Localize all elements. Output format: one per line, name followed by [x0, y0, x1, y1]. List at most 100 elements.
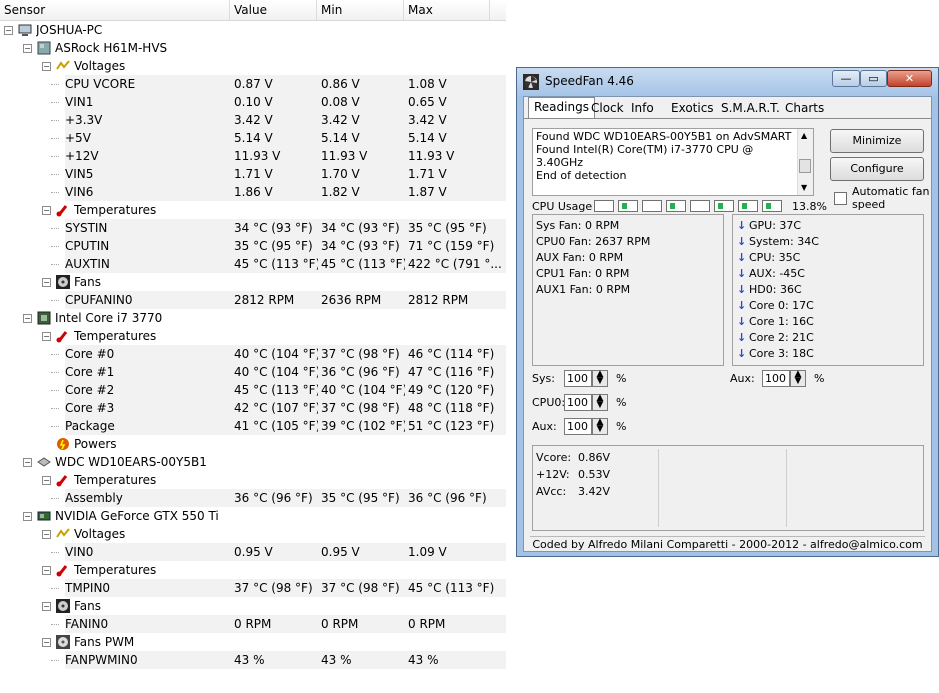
sensor-group-row[interactable]: − Temperatures [0, 471, 506, 489]
sensor-row[interactable]: Package 41 °C (105 °F) 39 °C (102 °F) 51 °C… [0, 417, 506, 435]
sensor-row[interactable]: FANPWMIN0 43 % 43 % 43 % [0, 651, 506, 669]
sensor-row[interactable]: Core #2 45 °C (113 °F) 40 °C (104 °F) 49 °C… [0, 381, 506, 399]
auto-fan-checkbox[interactable] [834, 192, 847, 205]
device-row[interactable]: − Intel Core i7 3770 [0, 309, 506, 327]
sensor-tree-label: Temperatures [74, 473, 157, 487]
column-max[interactable]: Max [404, 0, 490, 20]
collapse-toggle-icon[interactable]: − [23, 512, 32, 521]
collapse-toggle-icon[interactable]: − [42, 638, 51, 647]
collapse-toggle-icon[interactable]: − [23, 314, 32, 323]
sensor-group-row[interactable]: Powers [0, 435, 506, 453]
tab-info[interactable]: Info [626, 99, 659, 117]
sensor-label: Package [65, 417, 230, 435]
collapse-toggle-icon[interactable]: − [4, 26, 13, 35]
sensor-row[interactable]: VIN1 0.10 V 0.08 V 0.65 V [0, 93, 506, 111]
collapse-toggle-icon[interactable]: − [42, 332, 51, 341]
sensor-group-row[interactable]: − Temperatures [0, 327, 506, 345]
device-row[interactable]: − ASRock H61M-HVS [0, 39, 506, 57]
minimize-button[interactable]: Minimize [830, 129, 924, 153]
speed-input[interactable]: 100 [564, 418, 592, 435]
sensor-group-row[interactable]: − Voltages [0, 525, 506, 543]
sensor-row[interactable]: CPU VCORE 0.87 V 0.86 V 1.08 V [0, 75, 506, 93]
fan-reading: CPU0 Fan: 2637 RPM [536, 234, 650, 250]
sensor-row[interactable]: Core #3 42 °C (107 °F) 37 °C (98 °F) 48 °C … [0, 399, 506, 417]
sensor-row[interactable]: VIN5 1.71 V 1.70 V 1.71 V [0, 165, 506, 183]
title-bar[interactable]: SpeedFan 4.46 — ▭ ✕ [517, 68, 938, 96]
minimize-window-button[interactable]: — [832, 70, 860, 87]
sensor-max: 35 °C (95 °F) [408, 221, 487, 235]
sensor-row[interactable]: CPUTIN 35 °C (95 °F) 34 °C (93 °F) 71 °C (1… [0, 237, 506, 255]
collapse-toggle-icon[interactable]: − [42, 530, 51, 539]
sensor-row[interactable]: Core #0 40 °C (104 °F) 37 °C (98 °F) 46 °C … [0, 345, 506, 363]
speed-input[interactable]: 100 [762, 370, 790, 387]
speed-stepper-icon[interactable]: ▲ ▼ [790, 370, 806, 387]
sensor-row[interactable]: +3.3V 3.42 V 3.42 V 3.42 V [0, 111, 506, 129]
collapse-toggle-icon[interactable]: − [23, 458, 32, 467]
collapse-toggle-icon[interactable]: − [42, 278, 51, 287]
scroll-thumb[interactable] [799, 159, 811, 173]
voltage-reading: +12V: 0.53V [536, 466, 610, 483]
sensor-row[interactable]: FANIN0 0 RPM 0 RPM 0 RPM [0, 615, 506, 633]
sensor-group-row[interactable]: − Temperatures [0, 561, 506, 579]
log-scrollbar[interactable]: ▲ ▼ [797, 129, 813, 195]
sensor-row[interactable]: TMPIN0 37 °C (98 °F) 37 °C (98 °F) 45 °C (1… [0, 579, 506, 597]
sensor-row[interactable]: VIN0 0.95 V 0.95 V 1.09 V [0, 543, 506, 561]
sensor-min: 43 % [321, 653, 352, 667]
sensor-group-row[interactable]: − Fans [0, 597, 506, 615]
sensor-row[interactable]: CPUFANIN0 2812 RPM 2636 RPM 2812 RPM [0, 291, 506, 309]
sensor-group-row[interactable]: − Voltages [0, 57, 506, 75]
sensor-value: 1.86 V [234, 185, 273, 199]
sensor-row[interactable]: +12V 11.93 V 11.93 V 11.93 V [0, 147, 506, 165]
sensor-group-row[interactable]: − Fans [0, 273, 506, 291]
sensor-group-row[interactable]: − Temperatures [0, 201, 506, 219]
tab-clock[interactable]: Clock [586, 99, 629, 117]
fan-reading: AUX Fan: 0 RPM [536, 250, 650, 266]
collapse-toggle-icon[interactable]: − [42, 62, 51, 71]
sensor-value: 5.14 V [234, 131, 273, 145]
detection-log[interactable]: Found WDC WD10EARS-00Y5B1 on AdvSMART Fo… [532, 128, 814, 196]
column-header: Sensor Value Min Max [0, 0, 506, 21]
cpu-core-bar [642, 200, 662, 212]
speed-input[interactable]: 100 [564, 394, 592, 411]
close-window-button[interactable]: ✕ [887, 70, 932, 87]
temp-name: Core 0: [749, 299, 789, 312]
sensor-group-row[interactable]: − Fans PWM [0, 633, 506, 651]
device-row[interactable]: − JOSHUA-PC [0, 21, 506, 39]
tab-smart[interactable]: S.M.A.R.T. [716, 99, 785, 117]
column-min[interactable]: Min [317, 0, 404, 20]
temp-value: 37C [779, 219, 802, 232]
collapse-toggle-icon[interactable]: − [42, 602, 51, 611]
tab-exotics[interactable]: Exotics [666, 99, 719, 117]
sensor-row[interactable]: SYSTIN 34 °C (93 °F) 34 °C (93 °F) 35 °C (9… [0, 219, 506, 237]
maximize-window-button[interactable]: ▭ [860, 70, 887, 87]
sensor-label: VIN1 [65, 93, 230, 111]
sensor-row[interactable]: Assembly 36 °C (96 °F) 35 °C (95 °F) 36 °C … [0, 489, 506, 507]
device-row[interactable]: − NVIDIA GeForce GTX 550 Ti [0, 507, 506, 525]
sensor-row[interactable]: Core #1 40 °C (104 °F) 36 °C (96 °F) 47 °C … [0, 363, 506, 381]
collapse-toggle-icon[interactable]: − [42, 476, 51, 485]
configure-button[interactable]: Configure [830, 157, 924, 181]
temperature-reading: ↓ AUX: -45C [737, 266, 819, 282]
tab-charts[interactable]: Charts [780, 99, 829, 117]
sensor-row[interactable]: AUXTIN 45 °C (113 °F) 45 °C (113 °F) 422 °C… [0, 255, 506, 273]
column-value[interactable]: Value [230, 0, 317, 20]
collapse-toggle-icon[interactable]: − [23, 44, 32, 53]
column-sensor[interactable]: Sensor [0, 0, 230, 20]
speed-stepper-icon[interactable]: ▲ ▼ [592, 418, 608, 435]
thermometer-icon [56, 203, 70, 217]
sensor-row[interactable]: +5V 5.14 V 5.14 V 5.14 V [0, 129, 506, 147]
sensor-max: 47 °C (116 °F) [408, 365, 495, 379]
speed-stepper-icon[interactable]: ▲ ▼ [592, 370, 608, 387]
speed-unit: % [814, 372, 825, 385]
sensor-row[interactable]: VIN6 1.86 V 1.82 V 1.87 V [0, 183, 506, 201]
speed-input[interactable]: 100 [564, 370, 592, 387]
sensor-max: 0 RPM [408, 617, 446, 631]
scroll-up-icon[interactable]: ▲ [801, 131, 807, 140]
device-row[interactable]: − WDC WD10EARS-00Y5B1 [0, 453, 506, 471]
collapse-toggle-icon[interactable]: − [42, 206, 51, 215]
scroll-down-icon[interactable]: ▼ [801, 183, 807, 192]
collapse-toggle-icon[interactable]: − [42, 566, 51, 575]
speed-stepper-icon[interactable]: ▲ ▼ [592, 394, 608, 411]
sensor-min: 0.08 V [321, 95, 360, 109]
tab-readings[interactable]: Readings [528, 97, 595, 119]
